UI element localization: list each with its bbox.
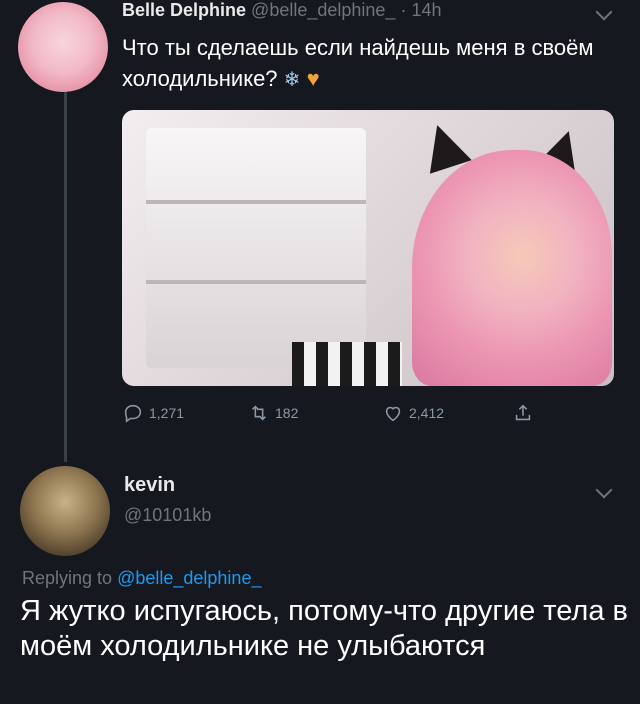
author-handle[interactable]: @belle_delphine_ [251,0,395,20]
striped-sleeve [292,342,402,386]
like-button[interactable]: 2,412 [382,402,444,424]
replying-to-link[interactable]: @belle_delphine_ [117,568,261,588]
tweet-header: Belle Delphine @belle_delphine_ · 14h [122,0,442,21]
reply-count: 1,271 [149,405,185,421]
replying-prefix: Replying to [22,568,113,588]
person-figure [412,150,612,386]
snowflake-icon: ❄ [283,69,301,91]
like-icon [385,406,401,422]
reply-icon [124,404,142,423]
tweet-text: Что ты сделаешь если найдешь меня в своё… [122,32,602,96]
reply-text: Я жутко испугаюсь, потому-что другие тел… [20,595,628,662]
author-name[interactable]: kevin [124,474,211,497]
author-handle[interactable]: @10101kb [124,505,211,526]
fridge-shelf [146,280,366,284]
retweet-button[interactable]: 182 [248,402,298,424]
author-name[interactable]: Belle Delphine [122,0,246,20]
tweet-media[interactable] [122,110,614,386]
fridge-shelf [146,200,366,204]
chevron-down-icon[interactable] [595,481,613,499]
heart-emoji-icon: ♥ [306,66,320,91]
retweet-count: 182 [275,405,299,421]
avatar[interactable] [20,466,110,556]
fridge-interior [146,128,366,368]
timestamp[interactable]: 14h [411,0,441,20]
tweet-body: Что ты сделаешь если найдешь меня в своё… [122,35,594,91]
separator: · [400,0,407,20]
reply-author: kevin @10101kb [124,474,211,526]
share-icon [515,404,531,421]
chevron-down-icon[interactable] [595,3,613,21]
like-count: 2,412 [409,405,445,421]
share-button[interactable] [512,402,534,424]
replying-to: Replying to @belle_delphine_ [22,568,261,589]
avatar[interactable] [18,2,108,92]
thread-connector [64,92,67,462]
retweet-icon [252,405,266,421]
reply-button[interactable]: 1,271 [122,402,184,424]
